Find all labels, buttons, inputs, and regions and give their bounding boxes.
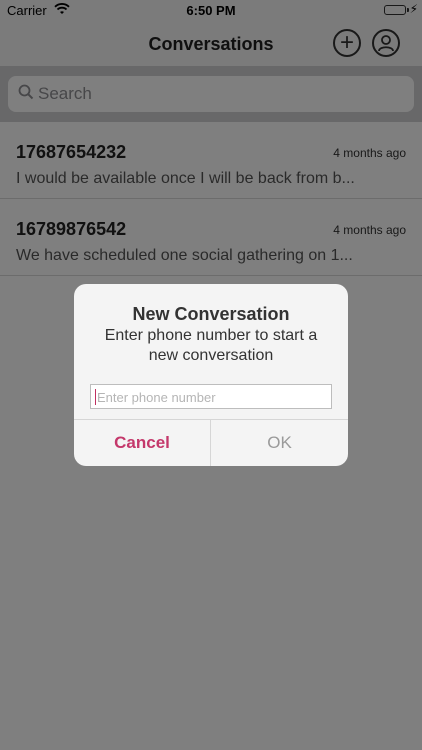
cancel-button[interactable]: Cancel: [74, 420, 211, 466]
dialog-buttons: Cancel OK: [74, 419, 348, 466]
dialog-message: Enter phone number to start a new conver…: [104, 327, 318, 364]
phone-number-placeholder: Enter phone number: [97, 390, 216, 405]
phone-number-field[interactable]: Enter phone number: [90, 384, 332, 409]
dialog-title: New Conversation: [132, 304, 290, 324]
text-caret: [95, 389, 96, 405]
ok-button[interactable]: OK: [211, 420, 348, 466]
new-conversation-dialog: New Conversation Enter phone number to s…: [74, 284, 348, 466]
